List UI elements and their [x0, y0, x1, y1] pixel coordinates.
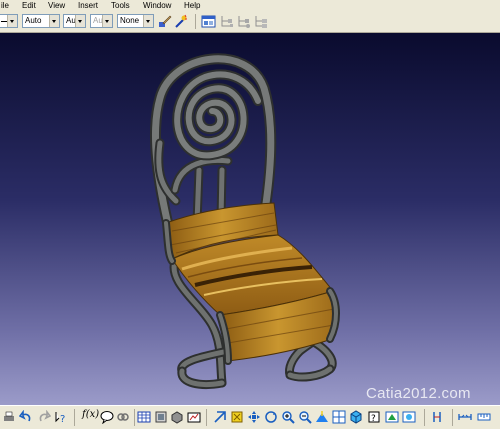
assembly-tree-icon[interactable] — [219, 14, 234, 29]
normal-view-icon[interactable] — [315, 410, 329, 424]
toolbar-separator — [74, 409, 75, 426]
chevron-down-icon[interactable] — [143, 15, 153, 27]
multi-view-icon[interactable] — [332, 410, 346, 424]
bottom-toolbar: ? f(x) ? — [0, 405, 500, 429]
linetype-combo[interactable] — [0, 14, 18, 28]
svg-text:?: ? — [371, 414, 376, 424]
table-icon[interactable] — [137, 410, 151, 424]
shading-icon[interactable]: ? — [367, 410, 381, 424]
toolbar-separator — [195, 14, 196, 29]
update-icon[interactable] — [430, 410, 444, 424]
color-combo[interactable]: Aut — [63, 14, 86, 28]
back-spiral — [172, 69, 263, 161]
comment-bubble-icon[interactable] — [100, 410, 114, 424]
menu-insert[interactable]: Insert — [78, 0, 98, 11]
menu-help[interactable]: Help — [184, 0, 200, 11]
print-icon[interactable] — [2, 410, 16, 424]
zoom-out-icon[interactable] — [298, 410, 312, 424]
menu-window[interactable]: Window — [143, 0, 171, 11]
watermark-text: Catia2012.com — [366, 385, 471, 402]
painter-brush-icon[interactable] — [157, 14, 172, 29]
product-structure-icon[interactable] — [236, 14, 251, 29]
fly-mode-icon[interactable] — [213, 410, 227, 424]
redo-icon[interactable] — [37, 410, 51, 424]
toolbar-separator — [452, 409, 453, 426]
chevron-down-icon[interactable] — [49, 15, 59, 27]
menu-file[interactable]: ile — [1, 0, 9, 11]
chair-model[interactable] — [0, 33, 500, 405]
layer-value: None — [120, 16, 140, 25]
formula-button[interactable]: f(x) — [82, 409, 99, 420]
svg-text:?: ? — [60, 414, 65, 424]
chevron-down-icon[interactable] — [102, 15, 112, 27]
toolbar-separator — [206, 409, 207, 426]
transparency-combo[interactable]: Aut — [90, 14, 113, 28]
whats-this-icon[interactable]: ? — [54, 410, 68, 424]
swap-visible-space-icon[interactable] — [402, 410, 416, 424]
menu-bar: ile Edit View Insert Tools Window Help — [0, 0, 500, 11]
thickness-value: Auto — [25, 16, 42, 25]
catalog-icon[interactable] — [154, 410, 168, 424]
measure-item-icon[interactable] — [477, 410, 491, 424]
menu-view[interactable]: View — [48, 0, 65, 11]
undo-icon[interactable] — [19, 410, 33, 424]
menu-tools[interactable]: Tools — [111, 0, 130, 11]
chevron-down-icon[interactable] — [75, 15, 85, 27]
generate-numbering-icon[interactable] — [253, 14, 268, 29]
rotate-icon[interactable] — [264, 410, 278, 424]
iso-view-icon[interactable] — [349, 410, 363, 424]
hide-show-icon[interactable] — [385, 410, 399, 424]
chain-link-icon[interactable] — [116, 410, 130, 424]
menu-edit[interactable]: Edit — [22, 0, 36, 11]
toolbar-separator — [134, 409, 135, 426]
3d-viewport[interactable]: Catia2012.com — [0, 33, 500, 405]
catalog-browser-icon[interactable] — [201, 14, 216, 29]
toolbar-separator — [424, 409, 425, 426]
fit-all-in-icon[interactable] — [230, 410, 244, 424]
thickness-combo[interactable]: Auto — [22, 14, 60, 28]
zoom-in-icon[interactable] — [281, 410, 295, 424]
measure-between-icon[interactable] — [458, 410, 472, 424]
analysis-icon[interactable] — [187, 410, 201, 424]
part-icon[interactable] — [170, 410, 184, 424]
chevron-down-icon[interactable] — [7, 15, 17, 27]
pan-icon[interactable] — [247, 410, 261, 424]
graphic-properties-toolbar: Auto Aut Aut None — [0, 11, 500, 33]
layer-combo[interactable]: None — [117, 14, 154, 28]
magic-wand-icon[interactable] — [173, 14, 188, 29]
